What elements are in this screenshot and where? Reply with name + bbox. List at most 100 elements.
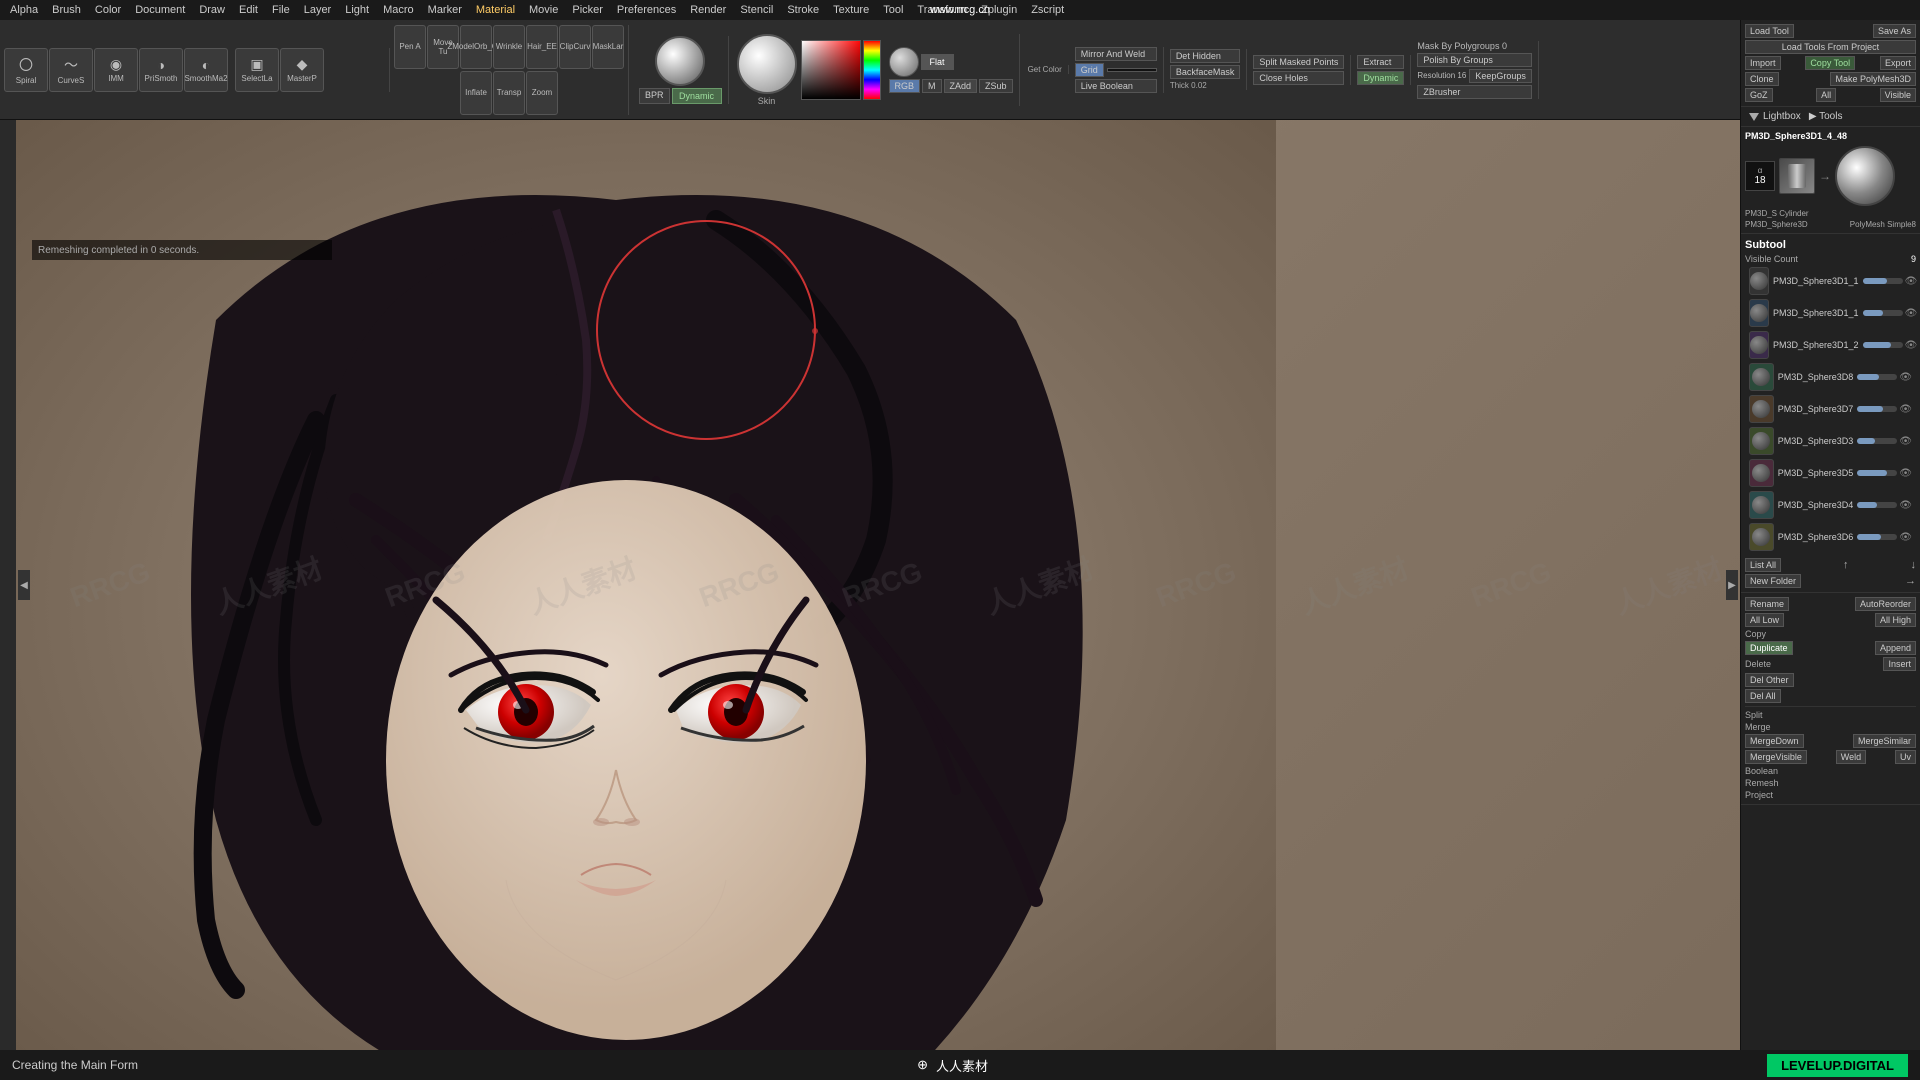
prismoth-tool-btn[interactable]: ◑ PriSmoth — [139, 48, 183, 92]
menu-file[interactable]: File — [266, 2, 296, 18]
subtool-slider[interactable] — [1857, 502, 1897, 508]
zbrusher-btn[interactable]: ZBrusher — [1417, 85, 1531, 99]
folder-sort-btn[interactable]: → — [1905, 575, 1916, 587]
copy-tool-btn[interactable]: Copy Tool — [1805, 56, 1855, 70]
zoom-btn[interactable]: Zoom — [526, 71, 558, 115]
menu-edit[interactable]: Edit — [233, 2, 264, 18]
menu-stroke[interactable]: Stroke — [781, 2, 825, 18]
keepgroups-btn[interactable]: KeepGroups — [1469, 69, 1532, 83]
bpr-btn[interactable]: BPR — [639, 88, 670, 104]
flat-color-btn[interactable]: Flat — [921, 54, 954, 70]
autoreorder-btn[interactable]: AutoReorder — [1855, 597, 1916, 611]
subtool-item[interactable]: PM3D_Sphere3D7 👁 — [1745, 393, 1916, 425]
duplicate-btn[interactable]: Duplicate — [1745, 641, 1793, 655]
menu-zscript[interactable]: Zscript — [1025, 2, 1070, 18]
all-high-btn[interactable]: All High — [1875, 613, 1916, 627]
alpha-thumbnail[interactable] — [889, 47, 919, 77]
menu-color[interactable]: Color — [89, 2, 127, 18]
zmodelcra-btn[interactable]: ZModelOrb_Cra — [460, 25, 492, 69]
menu-light[interactable]: Light — [339, 2, 375, 18]
live-boolean-btn[interactable]: Live Boolean — [1075, 79, 1157, 93]
eye-visibility-icon[interactable]: 👁 — [1905, 308, 1918, 319]
uv-btn[interactable]: Uv — [1895, 750, 1916, 764]
subtool-item[interactable]: PM3D_Sphere3D4 👁 — [1745, 489, 1916, 521]
subtool-item[interactable]: PM3D_Sphere3D3 👁 — [1745, 425, 1916, 457]
canvas-area[interactable]: RRCG 人人素材 RRCG 人人素材 RRCG RRCG 人人素材 RRCG … — [16, 120, 1920, 1050]
menu-texture[interactable]: Texture — [827, 2, 875, 18]
save-as-btn[interactable]: Save As — [1873, 24, 1916, 38]
dynamic-active-btn[interactable]: Dynamic — [1357, 71, 1404, 85]
masterp-tool-btn[interactable]: ◆ MasterP — [280, 48, 324, 92]
masklar-btn[interactable]: MaskLar — [592, 25, 624, 69]
all-btn[interactable]: All — [1816, 88, 1836, 102]
right-collapse-btn[interactable]: ▶ — [1726, 570, 1738, 600]
eye-visibility-icon[interactable]: 👁 — [1905, 276, 1918, 287]
eye-visibility-icon[interactable]: 👁 — [1899, 468, 1912, 479]
wrinkle-btn[interactable]: Wrinkle — [493, 25, 525, 69]
material-sphere[interactable] — [737, 34, 797, 94]
menu-macro[interactable]: Macro — [377, 2, 420, 18]
cta-button[interactable]: LEVELUP.DIGITAL — [1767, 1054, 1908, 1077]
menu-document[interactable]: Document — [129, 2, 191, 18]
polish-groups-btn[interactable]: Polish By Groups — [1417, 53, 1531, 67]
eye-visibility-icon[interactable]: 👁 — [1899, 436, 1912, 447]
menu-stencil[interactable]: Stencil — [734, 2, 779, 18]
mergesimilar-btn[interactable]: MergeSimilar — [1853, 734, 1916, 748]
det-hidden-btn[interactable]: Det Hidden — [1170, 49, 1241, 63]
load-from-project-btn[interactable]: Load Tools From Project — [1745, 40, 1916, 54]
zadd-btn[interactable]: ZAdd — [944, 79, 978, 93]
zsub-btn[interactable]: ZSub — [979, 79, 1013, 93]
eye-visibility-icon[interactable]: 👁 — [1899, 532, 1912, 543]
menu-draw[interactable]: Draw — [193, 2, 231, 18]
subtool-slider[interactable] — [1857, 438, 1897, 444]
goz-btn[interactable]: GoZ — [1745, 88, 1773, 102]
close-holes-btn[interactable]: Close Holes — [1253, 71, 1344, 85]
grid-value-input[interactable] — [1107, 68, 1157, 72]
eye-visibility-icon[interactable]: 👁 — [1899, 372, 1912, 383]
menu-movie[interactable]: Movie — [523, 2, 564, 18]
all-low-btn[interactable]: All Low — [1745, 613, 1784, 627]
menu-layer[interactable]: Layer — [298, 2, 338, 18]
clone-btn[interactable]: Clone — [1745, 72, 1779, 86]
hue-strip[interactable] — [863, 40, 881, 100]
subtool-item[interactable]: PM3D_Sphere3D1_2 👁 — [1745, 329, 1916, 361]
list-all-btn[interactable]: List All — [1745, 558, 1781, 572]
menu-preferences[interactable]: Preferences — [611, 2, 682, 18]
weld-btn[interactable]: Weld — [1836, 750, 1866, 764]
mirror-weld-btn[interactable]: Mirror And Weld — [1075, 47, 1157, 61]
make-polymesh-btn[interactable]: Make PolyMesh3D — [1830, 72, 1916, 86]
subtool-slider[interactable] — [1863, 278, 1903, 284]
color-picker-main[interactable] — [801, 40, 861, 100]
tools-label[interactable]: ▶ Tools — [1809, 111, 1843, 122]
material-mode-btn[interactable]: M — [922, 79, 942, 93]
eye-visibility-icon[interactable]: 👁 — [1899, 404, 1912, 415]
export-btn[interactable]: Export — [1880, 56, 1916, 70]
subtool-item[interactable]: PM3D_Sphere3D8 👁 — [1745, 361, 1916, 393]
clipcurv-btn[interactable]: ClipCurv — [559, 25, 591, 69]
rename-btn[interactable]: Rename — [1745, 597, 1789, 611]
menu-picker[interactable]: Picker — [566, 2, 609, 18]
menu-render[interactable]: Render — [684, 2, 732, 18]
subtool-slider[interactable] — [1857, 406, 1897, 412]
split-masked-btn[interactable]: Split Masked Points — [1253, 55, 1344, 69]
panel-sphere-preview[interactable] — [1835, 146, 1895, 206]
subtool-item[interactable]: PM3D_Sphere3D5 👁 — [1745, 457, 1916, 489]
menu-alpha[interactable]: Alpha — [4, 2, 44, 18]
mergedown-btn[interactable]: MergeDown — [1745, 734, 1804, 748]
inflate-btn[interactable]: Inflate — [460, 71, 492, 115]
import-btn[interactable]: Import — [1745, 56, 1781, 70]
new-folder-btn[interactable]: New Folder — [1745, 574, 1801, 588]
eye-visibility-icon[interactable]: 👁 — [1899, 500, 1912, 511]
visible-btn[interactable]: Visible — [1880, 88, 1916, 102]
smoothma-tool-btn[interactable]: ◐ SmoothMa2 — [184, 48, 228, 92]
menu-material[interactable]: Material — [470, 2, 521, 18]
menu-brush[interactable]: Brush — [46, 2, 87, 18]
extract-btn[interactable]: Extract — [1357, 55, 1404, 69]
spiral-tool-btn[interactable]: 〇 Spiral — [4, 48, 48, 92]
pena-btn[interactable]: Pen A — [394, 25, 426, 69]
subtool-slider[interactable] — [1857, 374, 1897, 380]
curves-tool-btn[interactable]: 〜 CurveS — [49, 48, 93, 92]
append-btn[interactable]: Append — [1875, 641, 1916, 655]
sort-down-btn[interactable]: ↓ — [1910, 559, 1916, 571]
lightbox-label[interactable]: Lightbox — [1763, 111, 1801, 122]
